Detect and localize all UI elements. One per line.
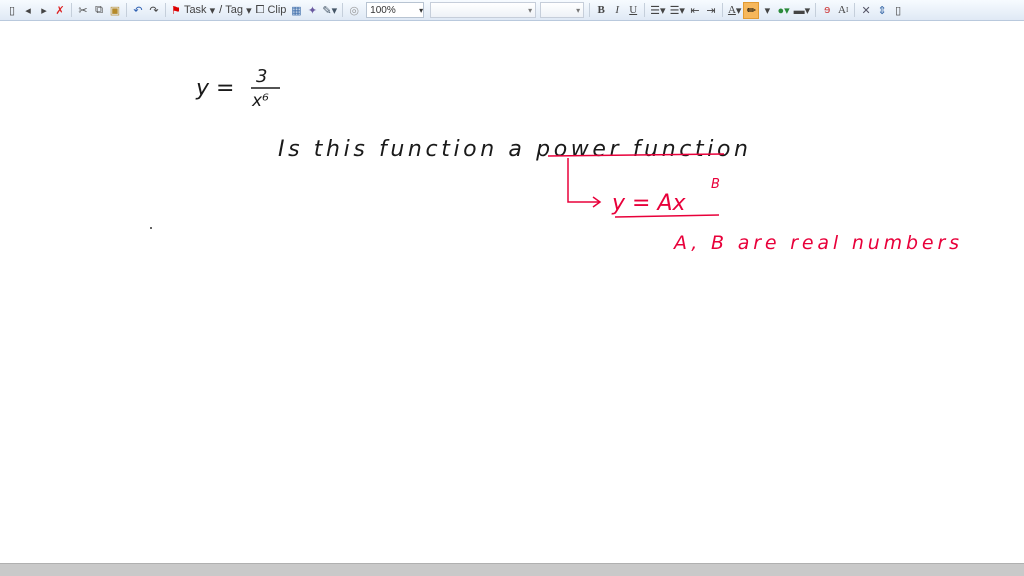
ink-layer: y = 3 x⁶ Is this function a power functi…: [150, 66, 959, 254]
bold-button[interactable]: B: [593, 2, 609, 19]
italic-button[interactable]: I: [609, 2, 625, 19]
superscript-icon: A: [837, 4, 846, 16]
zoom-icon[interactable]: ◎: [346, 2, 362, 19]
decrease-indent-icon[interactable]: ⇤: [687, 2, 703, 19]
font-name-select[interactable]: ▾: [430, 2, 537, 18]
color-palette-icon[interactable]: ●▾: [775, 2, 791, 19]
tag-label: Tag: [225, 4, 244, 16]
more-icon[interactable]: ▯: [890, 2, 906, 19]
new-page-icon[interactable]: ▯: [4, 2, 20, 19]
highlighter-icon: ✏: [746, 4, 757, 17]
separator: [342, 3, 344, 17]
insert-space-icon[interactable]: ⇕: [874, 2, 890, 19]
paste-icon[interactable]: ▣: [107, 2, 123, 19]
task-label: Task: [183, 4, 207, 16]
separator: [126, 3, 127, 17]
cut-icon[interactable]: ✂: [75, 2, 91, 19]
question-text: Is this function a power function: [278, 137, 748, 162]
increase-indent-icon[interactable]: ⇥: [703, 2, 719, 19]
ink-dot: [150, 227, 152, 229]
separator: [644, 3, 646, 17]
note-canvas[interactable]: y = 3 x⁶ Is this function a power functi…: [0, 22, 1024, 563]
lasso-icon[interactable]: ɘ: [819, 2, 835, 19]
pen-color-button[interactable]: ✏: [743, 1, 760, 19]
equation-lhs: y =: [195, 76, 234, 101]
tag-icon: /: [219, 4, 223, 16]
zoom-select[interactable]: 100% ▾: [366, 2, 425, 18]
forward-icon[interactable]: ▸: [36, 2, 52, 19]
plugin-icon[interactable]: ✦: [304, 2, 320, 19]
font-color-icon: A: [727, 4, 736, 16]
power-form: y = Ax: [611, 191, 686, 216]
separator: [721, 3, 723, 17]
undo-icon[interactable]: ↶: [130, 2, 146, 19]
task-button[interactable]: ⚑ Task ▾: [169, 2, 217, 19]
separator: [165, 3, 166, 17]
font-size-select[interactable]: ▾: [540, 2, 585, 18]
numbered-list-icon[interactable]: ☰▾: [668, 2, 687, 19]
equation-denominator: x⁶: [251, 91, 269, 111]
separator: [854, 3, 856, 17]
underline-button[interactable]: U: [625, 2, 641, 19]
bullet-list-icon[interactable]: ☰▾: [648, 2, 667, 19]
flag-icon: ⚑: [171, 4, 181, 17]
redo-icon[interactable]: ↷: [146, 2, 162, 19]
pen-color-dropdown[interactable]: ▾: [759, 2, 775, 19]
separator: [815, 3, 817, 17]
table-icon[interactable]: ▦: [288, 2, 304, 19]
pen-icon[interactable]: ✎▾: [320, 2, 339, 19]
delete-page-icon[interactable]: ✗: [52, 2, 68, 19]
clip-button[interactable]: ⧠ Clip: [254, 2, 289, 19]
zoom-value: 100%: [370, 4, 396, 16]
separator: [589, 3, 591, 17]
horizontal-scrollbar[interactable]: [0, 563, 1024, 576]
condition-text: A, B are real numbers: [672, 232, 959, 254]
superscript-button[interactable]: AI: [835, 2, 851, 19]
toolbar: ▯ ◂ ▸ ✗ ✂ ⧉ ▣ ↶ ↷ ⚑ Task ▾ / Tag ▾ ⧠ Cli…: [0, 0, 1024, 21]
font-color-button[interactable]: A ▾: [726, 2, 743, 19]
clip-label: Clip: [267, 4, 287, 16]
power-form-exponent: B: [711, 177, 720, 192]
separator: [71, 3, 72, 17]
back-icon[interactable]: ◂: [20, 2, 36, 19]
clip-icon: ⧠: [255, 3, 265, 16]
copy-icon[interactable]: ⧉: [91, 2, 107, 19]
line-weight-icon[interactable]: ▬▾: [792, 2, 813, 19]
equation-numerator: 3: [256, 66, 267, 87]
tag-button[interactable]: / Tag ▾: [217, 2, 253, 19]
close-icon[interactable]: ✕: [858, 2, 874, 19]
arrow-stroke: [567, 158, 600, 203]
